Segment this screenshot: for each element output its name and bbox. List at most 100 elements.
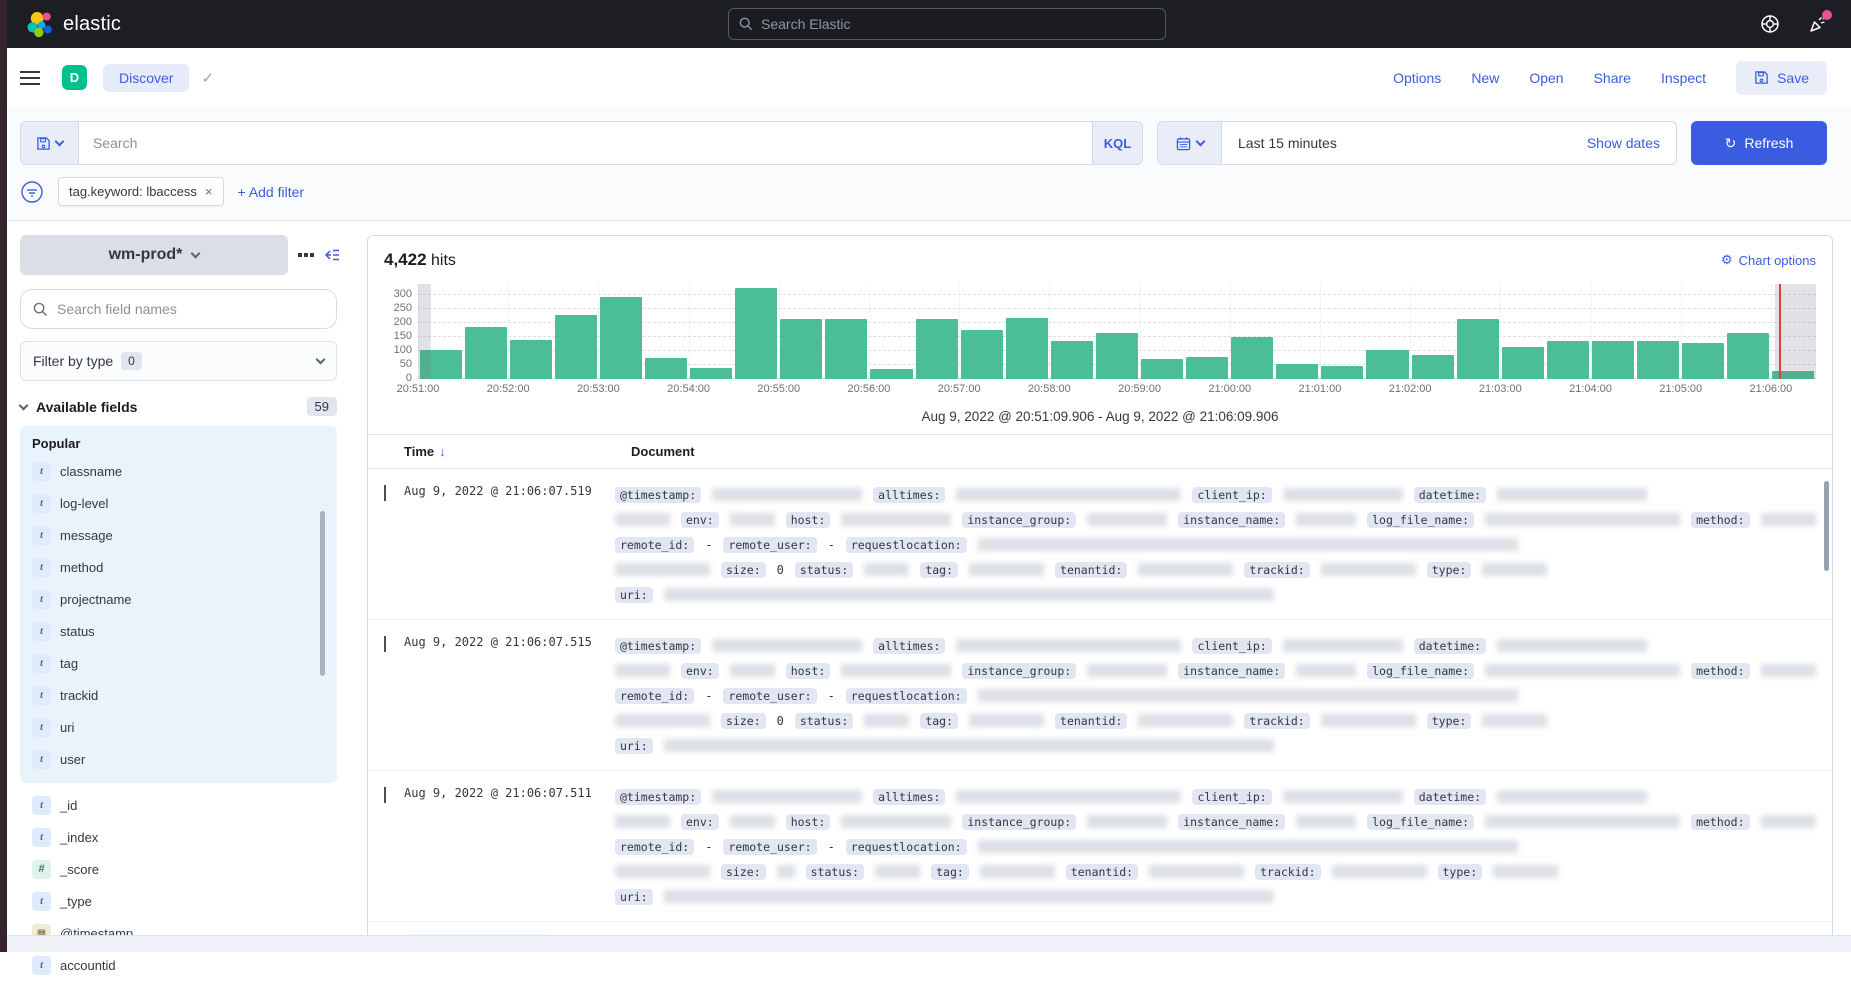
- histogram-bar[interactable]: [1636, 284, 1681, 379]
- histogram-bar[interactable]: [914, 284, 959, 379]
- field-item-accountid[interactable]: taccountid: [32, 949, 325, 981]
- field-value: -: [705, 840, 712, 854]
- histogram-chart[interactable]: 050100150200250300 20:51:0020:52:0020:53…: [380, 284, 1820, 397]
- save-button[interactable]: Save: [1736, 61, 1827, 95]
- collapse-sidebar-icon[interactable]: [324, 247, 340, 263]
- histogram-bar[interactable]: [1049, 284, 1094, 379]
- breadcrumb[interactable]: Discover: [103, 64, 189, 92]
- histogram-bar[interactable]: [734, 284, 779, 379]
- app-toolbar: D Discover ✓ OptionsNewOpenShareInspectS…: [0, 48, 1851, 107]
- field-item-tag[interactable]: ttag: [32, 647, 325, 679]
- histogram-bar[interactable]: [508, 284, 553, 379]
- histogram-bar[interactable]: [598, 284, 643, 379]
- table-row[interactable]: Aug 9, 2022 @ 21:06:07.519@timestamp:all…: [368, 469, 1832, 620]
- field-item-_id[interactable]: t_id: [32, 789, 325, 821]
- histogram-bar[interactable]: [1320, 284, 1365, 379]
- histogram-bar[interactable]: [1275, 284, 1320, 379]
- table-row[interactable]: Aug 9, 2022 @ 21:06:07.515@timestamp:all…: [368, 620, 1832, 771]
- calendar-button[interactable]: [1158, 122, 1222, 164]
- histogram-bar[interactable]: [1094, 284, 1139, 379]
- field-item-method[interactable]: tmethod: [32, 551, 325, 583]
- histogram-bar[interactable]: [1410, 284, 1455, 379]
- field-item-_type[interactable]: t_type: [32, 885, 325, 917]
- histogram-bar[interactable]: [553, 284, 598, 379]
- show-dates-link[interactable]: Show dates: [1587, 135, 1676, 151]
- histogram-bar[interactable]: [463, 284, 508, 379]
- field-item-status[interactable]: tstatus: [32, 615, 325, 647]
- field-item-_index[interactable]: t_index: [32, 821, 325, 853]
- toolbar-link-options[interactable]: Options: [1393, 70, 1441, 86]
- filter-icon[interactable]: [20, 180, 44, 204]
- redacted-value: [980, 865, 1055, 878]
- field-item-projectname[interactable]: tprojectname: [32, 583, 325, 615]
- time-range-caption: Aug 9, 2022 @ 20:51:09.906 - Aug 9, 2022…: [368, 409, 1832, 424]
- chevron-down-icon[interactable]: [19, 400, 29, 410]
- toolbar-link-share[interactable]: Share: [1594, 70, 1631, 86]
- newsfeed-icon[interactable]: [1807, 13, 1829, 35]
- field-label-badge: status:: [806, 864, 864, 880]
- histogram-bar[interactable]: [1365, 284, 1410, 379]
- time-range-value[interactable]: Last 15 minutes: [1222, 135, 1337, 151]
- time-column-header[interactable]: Time: [404, 444, 434, 459]
- field-item-trackid[interactable]: t trackid: [32, 679, 325, 711]
- toolbar-link-open[interactable]: Open: [1529, 70, 1563, 86]
- histogram-bar[interactable]: [1140, 284, 1185, 379]
- query-input[interactable]: [79, 135, 1092, 151]
- x-axis-tick: 21:03:00: [1479, 383, 1522, 395]
- toolbar-link-inspect[interactable]: Inspect: [1661, 70, 1706, 86]
- field-label-badge: instance_group:: [962, 663, 1076, 679]
- expand-row-icon[interactable]: [384, 784, 404, 909]
- sort-desc-icon[interactable]: ↓: [439, 444, 446, 459]
- field-search-input[interactable]: Search field names: [20, 289, 337, 329]
- elastic-brand[interactable]: elastic: [27, 11, 121, 38]
- histogram-bar[interactable]: [643, 284, 688, 379]
- sidebar-scrollbar[interactable]: [320, 511, 325, 676]
- histogram-bar[interactable]: [779, 284, 824, 379]
- field-item-user[interactable]: tuser: [32, 743, 325, 775]
- kql-button[interactable]: KQL: [1092, 122, 1142, 164]
- field-item-classname[interactable]: tclassname: [32, 455, 325, 487]
- field-label-badge: tag:: [920, 713, 958, 729]
- remove-filter-icon[interactable]: ×: [205, 184, 213, 199]
- chart-options-button[interactable]: ⚙ Chart options: [1721, 252, 1816, 268]
- histogram-bar[interactable]: [869, 284, 914, 379]
- expand-row-icon[interactable]: [384, 633, 404, 758]
- histogram-bar[interactable]: [1500, 284, 1545, 379]
- global-search-input[interactable]: Search Elastic: [728, 8, 1166, 40]
- refresh-button[interactable]: ↻ Refresh: [1691, 121, 1827, 165]
- help-icon[interactable]: [1759, 13, 1781, 35]
- data-view-picker[interactable]: wm-prod*: [20, 235, 288, 275]
- expand-row-icon[interactable]: [384, 482, 404, 607]
- field-item-log-level[interactable]: tlog-level: [32, 487, 325, 519]
- histogram-bar[interactable]: [1545, 284, 1590, 379]
- histogram-bar[interactable]: [1726, 284, 1771, 379]
- menu-icon[interactable]: [20, 71, 40, 85]
- field-settings-icon[interactable]: [298, 253, 314, 257]
- toolbar-link-new[interactable]: New: [1471, 70, 1499, 86]
- field-label-badge: datetime:: [1414, 789, 1486, 805]
- add-filter-link[interactable]: + Add filter: [238, 184, 305, 200]
- deployment-badge[interactable]: D: [62, 65, 87, 90]
- histogram-bar[interactable]: [689, 284, 734, 379]
- text-field-icon: t: [32, 686, 51, 705]
- field-item-_score[interactable]: #_score: [32, 853, 325, 885]
- field-name: trackid: [60, 688, 98, 703]
- histogram-bar[interactable]: [1230, 284, 1275, 379]
- histogram-bar[interactable]: [1590, 284, 1635, 379]
- histogram-bar[interactable]: [824, 284, 869, 379]
- field-item-message[interactable]: tmessage: [32, 519, 325, 551]
- filter-by-type-select[interactable]: Filter by type 0: [20, 341, 337, 381]
- x-axis-tick: 20:52:00: [487, 383, 530, 395]
- filter-pill[interactable]: tag.keyword: lbaccess ×: [58, 177, 224, 206]
- table-row[interactable]: Aug 9, 2022 @ 21:06:07.511@timestamp:all…: [368, 771, 1832, 922]
- histogram-bar[interactable]: [1185, 284, 1230, 379]
- histogram-bar[interactable]: [1004, 284, 1049, 379]
- histogram-bar[interactable]: [959, 284, 1004, 379]
- field-item-uri[interactable]: turi: [32, 711, 325, 743]
- results-scrollbar[interactable]: [1824, 481, 1829, 571]
- saved-query-button[interactable]: [21, 122, 79, 164]
- histogram-bar[interactable]: [1681, 284, 1726, 379]
- histogram-bar[interactable]: [1455, 284, 1500, 379]
- redacted-value: [1296, 513, 1356, 526]
- field-label-badge: client_ip:: [1192, 487, 1271, 503]
